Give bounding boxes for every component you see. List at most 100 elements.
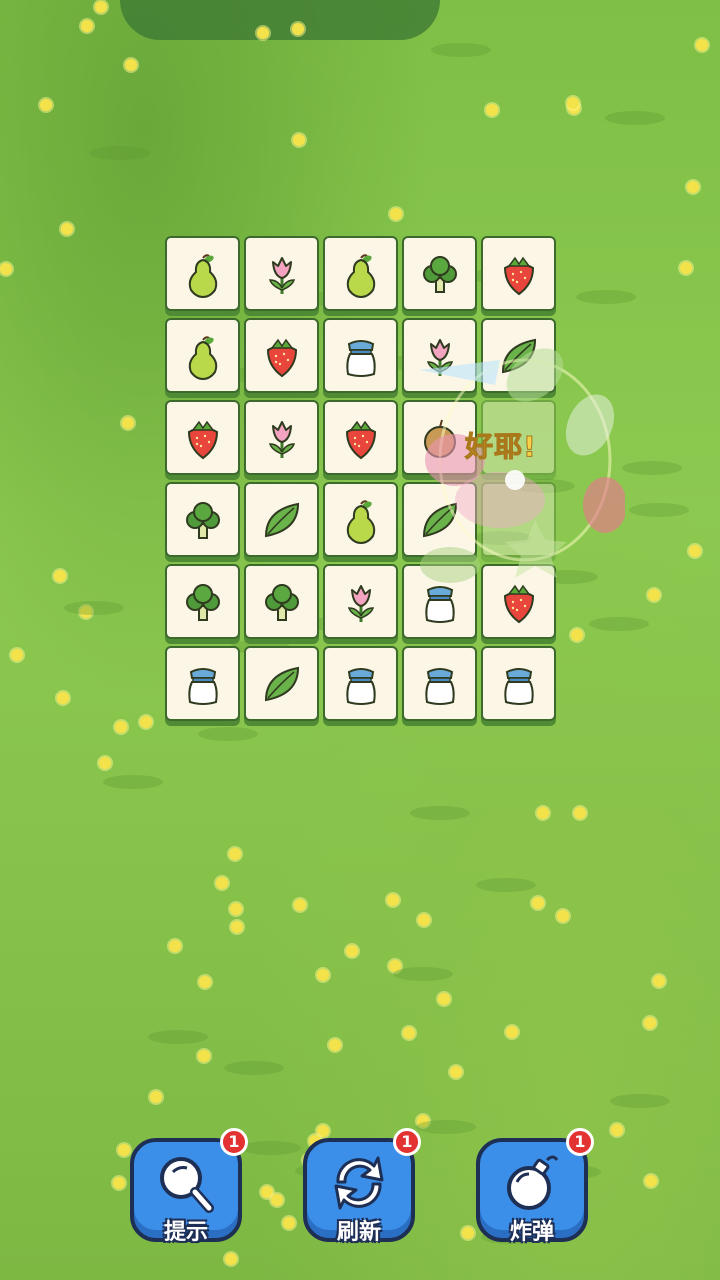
flower-decoration [292, 23, 304, 35]
flower-decoration [329, 1039, 341, 1051]
flower-decoration [387, 894, 399, 906]
flower-decoration [680, 262, 692, 274]
milk-jar-icon [424, 667, 455, 705]
board-tile[interactable] [481, 236, 556, 311]
grass-tuft-decoration [431, 43, 491, 57]
flower-decoration [122, 417, 134, 429]
tile-board [165, 236, 557, 726]
flower-decoration [99, 757, 111, 769]
hint-button[interactable]: 提示 1 [130, 1128, 248, 1245]
flower-decoration [198, 1050, 210, 1062]
flower-decoration [95, 1, 107, 13]
flower-decoration [462, 1227, 474, 1239]
bomb-button[interactable]: 炸弹 1 [476, 1128, 594, 1245]
flower-decoration [216, 877, 228, 889]
board-tile[interactable] [323, 236, 398, 311]
flower-decoration [571, 629, 583, 641]
board-tile[interactable] [244, 482, 319, 557]
flower-decoration [438, 993, 450, 1005]
tulip-icon [347, 584, 374, 622]
bomb-count-badge: 1 [566, 1128, 594, 1156]
board-tile[interactable] [481, 482, 556, 557]
flower-decoration [418, 914, 430, 926]
board-tile[interactable] [244, 646, 319, 721]
board-tile[interactable] [481, 564, 556, 639]
refresh-icon [334, 1156, 384, 1210]
board-tile[interactable] [481, 646, 556, 721]
pear-icon [188, 335, 217, 380]
broccoli-icon [185, 583, 220, 621]
board-tile[interactable] [402, 564, 477, 639]
board-tile[interactable] [165, 318, 240, 393]
flower-decoration [229, 848, 241, 860]
leaf-icon [501, 338, 536, 373]
grass-tuft-decoration [198, 727, 258, 741]
flower-decoration [283, 1217, 295, 1229]
board-tile[interactable] [165, 564, 240, 639]
flower-decoration [113, 1177, 125, 1189]
board-tile[interactable] [165, 400, 240, 475]
flower-decoration [687, 181, 699, 193]
tulip-icon [268, 256, 295, 294]
broccoli-icon [264, 583, 299, 621]
strawberry-icon [503, 584, 534, 623]
strawberry-icon [187, 420, 218, 459]
flower-decoration [644, 1017, 656, 1029]
board-tile[interactable] [244, 236, 319, 311]
flower-decoration [0, 263, 12, 275]
apple-icon [423, 419, 456, 458]
board-tile[interactable] [323, 646, 398, 721]
grass-tuft-decoration [622, 461, 682, 475]
board-tile[interactable] [244, 400, 319, 475]
board-tile[interactable] [402, 482, 477, 557]
refresh-button[interactable]: 刷新 1 [303, 1128, 421, 1245]
grass-tuft-decoration [241, 1141, 301, 1155]
flower-decoration [645, 1175, 657, 1187]
grass-tuft-decoration [410, 806, 470, 820]
grass-tuft-decoration [605, 111, 665, 125]
board-tile[interactable] [323, 318, 398, 393]
board-tile[interactable] [481, 318, 556, 393]
tulip-icon [268, 420, 295, 458]
board-tile[interactable] [323, 482, 398, 557]
board-tile[interactable] [323, 564, 398, 639]
grass-tuft-decoration [393, 967, 453, 981]
flower-decoration [294, 899, 306, 911]
bomb-icon [507, 1155, 559, 1210]
flower-decoration [450, 1066, 462, 1078]
flower-decoration [653, 975, 665, 987]
grass-tuft-decoration [224, 1061, 284, 1075]
flower-decoration [150, 1091, 162, 1103]
milk-jar-icon [345, 339, 376, 377]
flower-decoration [199, 976, 211, 988]
flower-decoration [271, 1194, 283, 1206]
flower-decoration [557, 910, 569, 922]
strawberry-icon [266, 338, 297, 377]
board-tile[interactable] [402, 236, 477, 311]
flower-decoration [225, 1253, 237, 1265]
pear-icon [346, 499, 375, 544]
flower-decoration [486, 104, 498, 116]
flower-decoration [537, 807, 549, 819]
board-tile[interactable] [165, 236, 240, 311]
board-tile[interactable] [165, 482, 240, 557]
tulip-icon [426, 338, 453, 376]
board-tile[interactable] [402, 318, 477, 393]
milk-jar-icon [187, 667, 218, 705]
milk-jar-icon [345, 667, 376, 705]
board-tile[interactable] [165, 646, 240, 721]
broccoli-icon [185, 501, 220, 539]
board-tile[interactable] [402, 646, 477, 721]
grass-tuft-decoration [589, 617, 649, 631]
flower-decoration [257, 27, 269, 39]
flower-decoration [648, 589, 660, 601]
flower-decoration [532, 897, 544, 909]
board-tile[interactable] [244, 564, 319, 639]
flower-decoration [689, 545, 701, 557]
grass-tuft-decoration [476, 878, 536, 892]
background-shadow [120, 0, 440, 40]
grass-tuft-decoration [576, 290, 636, 304]
flower-decoration [231, 921, 243, 933]
board-tile[interactable] [323, 400, 398, 475]
board-tile[interactable] [244, 318, 319, 393]
